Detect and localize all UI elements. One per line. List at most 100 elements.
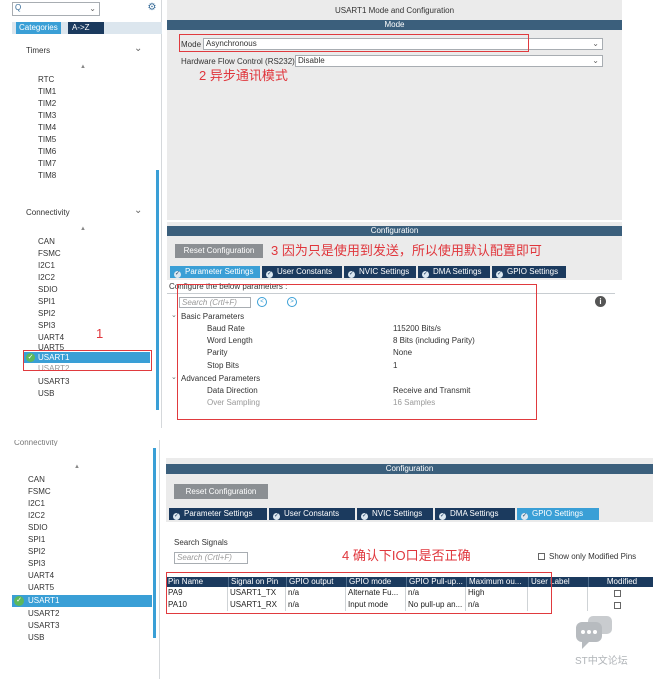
annotation-box-parameters [177, 284, 537, 420]
list-item[interactable]: SPI2 [38, 308, 55, 320]
list-item[interactable]: TIM3 [38, 110, 56, 122]
list-item[interactable]: SPI3 [38, 320, 55, 332]
bottom-category-panel: Connectivity ▲ CAN FSMC I2C1 I2C2 SDIO S… [0, 440, 160, 679]
modified-checkbox[interactable] [614, 590, 621, 597]
tab-label: User Constants [277, 267, 333, 276]
window-title: USART1 Mode and Configuration [334, 6, 455, 15]
reset-configuration-button[interactable]: Reset Configuration [175, 244, 263, 258]
check-circle-icon: ✓ [14, 596, 24, 606]
tab-categories[interactable]: Categories [16, 22, 61, 34]
list-item[interactable]: FSMC [28, 486, 51, 498]
mode-section-title: Mode [167, 20, 622, 30]
list-item[interactable]: TIM6 [38, 146, 56, 158]
check-icon: ✓ [496, 271, 503, 278]
list-item[interactable]: SDIO [28, 522, 48, 534]
list-item[interactable]: SPI2 [28, 546, 45, 558]
chevron-down-icon: ⌄ [592, 39, 599, 48]
list-item[interactable]: USB [38, 388, 54, 400]
tab-nvic-settings[interactable]: ✓ NVIC Settings [357, 508, 433, 520]
category-search-input[interactable]: Q ⌄ [12, 2, 100, 16]
tab-dma-settings[interactable]: ✓ DMA Settings [435, 508, 515, 520]
list-item[interactable]: CAN [38, 236, 55, 248]
list-item[interactable]: USB [28, 632, 44, 644]
tab-parameter-settings[interactable]: ✓ Parameter Settings [170, 266, 260, 278]
top-screenshot: Q ⌄ ⚙ Categories A->Z Timers ⌄ ▲ RTC TIM… [0, 0, 627, 428]
tab-label: NVIC Settings [372, 509, 423, 518]
check-icon: ✓ [422, 271, 429, 278]
list-item[interactable]: SDIO [38, 284, 58, 296]
chevron-down-icon: ⌄ [592, 56, 599, 65]
bottom-configuration-title: Configuration [166, 464, 653, 474]
sort-icon[interactable]: ▲ [74, 464, 80, 470]
tab-user-constants[interactable]: ✓ User Constants [269, 508, 355, 520]
list-item[interactable]: I2C1 [38, 260, 55, 272]
chevron-down-icon[interactable]: ⌄ [171, 311, 177, 319]
tab-gpio-settings[interactable]: ✓ GPIO Settings [492, 266, 566, 278]
gear-icon[interactable]: ⚙ [146, 2, 158, 14]
sort-icon[interactable]: ▲ [80, 226, 86, 232]
hw-flow-value: Disable [298, 56, 325, 65]
list-item[interactable]: CAN [28, 474, 45, 486]
check-icon: ✓ [521, 513, 528, 520]
list-item[interactable]: SPI1 [28, 534, 45, 546]
list-item[interactable]: USART2 [28, 608, 59, 620]
list-item[interactable]: FSMC [38, 248, 61, 260]
hw-flow-select[interactable]: Disable ⌄ [295, 55, 603, 67]
info-icon[interactable]: i [595, 296, 606, 307]
list-item[interactable]: TIM7 [38, 158, 56, 170]
list-item[interactable]: UART4 [28, 570, 54, 582]
annotation-box-usart1 [23, 350, 152, 371]
list-item[interactable]: I2C2 [28, 510, 45, 522]
check-icon: ✓ [273, 513, 280, 520]
list-item[interactable]: UART5 [28, 582, 54, 594]
category-scrollbar[interactable] [156, 170, 159, 410]
timers-header[interactable]: Timers [26, 46, 50, 56]
bottom-category-scrollbar[interactable] [153, 448, 156, 638]
annotation-box-mode [179, 34, 529, 52]
tab-parameter-settings[interactable]: ✓ Parameter Settings [169, 508, 267, 520]
category-tabs: Categories A->Z [12, 22, 162, 34]
annotation-box-pin-table [166, 572, 552, 614]
sort-icon[interactable]: ▲ [80, 64, 86, 70]
tab-user-constants[interactable]: ✓ User Constants [262, 266, 342, 278]
chevron-down-icon[interactable]: ⌄ [171, 373, 177, 381]
show-modified-checkbox[interactable] [538, 553, 545, 560]
list-item[interactable]: TIM5 [38, 134, 56, 146]
list-item[interactable]: I2C2 [38, 272, 55, 284]
tab-label: User Constants [284, 509, 340, 518]
list-item[interactable]: SPI3 [28, 558, 45, 570]
configuration-title: Configuration [167, 226, 622, 236]
list-item-selected[interactable]: ✓ USART1 [12, 595, 152, 607]
check-icon: ✓ [173, 513, 180, 520]
forum-watermark-text: ST中文论坛 [575, 656, 628, 667]
list-item[interactable]: TIM8 [38, 170, 56, 182]
list-item[interactable]: RTC [38, 74, 54, 86]
check-icon: ✓ [174, 271, 181, 278]
tab-gpio-settings[interactable]: ✓ GPIO Settings [517, 508, 599, 520]
list-item[interactable]: TIM2 [38, 98, 56, 110]
chevron-down-icon[interactable]: ⌄ [134, 205, 142, 216]
check-icon: ✓ [439, 513, 446, 520]
list-item[interactable]: I2C1 [28, 498, 45, 510]
connectivity-header-cut: Connectivity [14, 440, 58, 446]
chevron-down-icon[interactable]: ⌄ [134, 43, 142, 54]
list-item[interactable]: TIM1 [38, 86, 56, 98]
modified-checkbox[interactable] [614, 602, 621, 609]
timers-list: RTC TIM1 TIM2 TIM3 TIM4 TIM5 TIM6 TIM7 T… [38, 74, 138, 184]
tab-label: NVIC Settings [359, 267, 410, 276]
column-header[interactable]: Modified [588, 577, 653, 587]
check-icon: ✓ [348, 271, 355, 278]
list-item[interactable]: USART3 [28, 620, 59, 632]
tab-nvic-settings[interactable]: ✓ NVIC Settings [344, 266, 416, 278]
tab-az[interactable]: A->Z [68, 22, 104, 34]
chevron-down-icon: ⌄ [89, 4, 96, 13]
annotation-step-3: 3 因为只是使用到发送，所以使用默认配置即可 [271, 243, 542, 258]
list-item[interactable]: USART3 [38, 376, 69, 388]
tab-dma-settings[interactable]: ✓ DMA Settings [418, 266, 490, 278]
connectivity-header[interactable]: Connectivity [26, 208, 70, 218]
annotation-step-1: 1 [96, 326, 104, 341]
signal-search-input[interactable]: Search (Crtl+F) [174, 552, 248, 564]
list-item[interactable]: SPI1 [38, 296, 55, 308]
reset-configuration-button[interactable]: Reset Configuration [174, 484, 268, 499]
list-item[interactable]: TIM4 [38, 122, 56, 134]
